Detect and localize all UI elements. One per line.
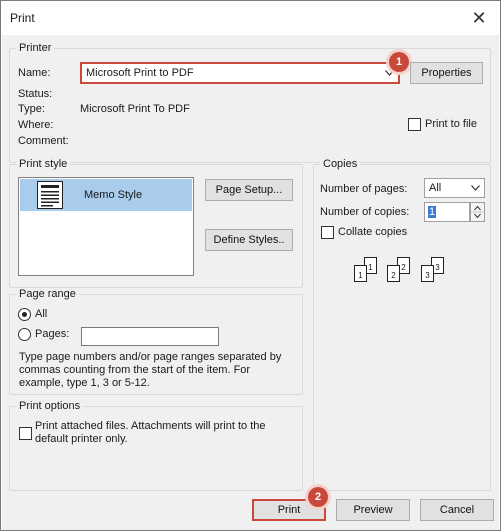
close-icon[interactable]: ✕ [466, 5, 492, 31]
page-range-help-line: commas counting from the start of the it… [19, 364, 251, 376]
dialog-content: Printer Name: Microsoft Print to PDF 1 P… [2, 35, 499, 530]
number-of-copies-value: 1 [428, 206, 437, 218]
printer-legend: Printer [16, 42, 55, 54]
print-attached-files-label[interactable]: Print attached files. Attachments will p… [35, 420, 266, 433]
collate-copies-checkbox[interactable] [321, 226, 334, 239]
page-range-help-line: example, type 1, 3 or 5-12. [19, 377, 150, 389]
printer-name-value: Microsoft Print to PDF [86, 67, 194, 79]
title-bar: Print ✕ [1, 1, 500, 35]
all-pages-label[interactable]: All [35, 308, 47, 321]
memo-style-icon [37, 181, 63, 209]
print-style-legend: Print style [16, 158, 71, 170]
print-style-list[interactable]: Memo Style [18, 177, 194, 276]
step-2-badge: 2 [308, 487, 328, 507]
status-label: Status: [18, 88, 53, 100]
collate-copies-label[interactable]: Collate copies [338, 226, 407, 239]
number-of-pages-select[interactable]: All [424, 178, 485, 198]
print-dialog: Print ✕ Printer Name: Microsoft Print to… [0, 0, 501, 531]
preview-button[interactable]: Preview [336, 499, 410, 521]
page-setup-button[interactable]: Page Setup... [205, 179, 293, 201]
pages-input[interactable] [81, 327, 219, 346]
list-item-label: Memo Style [84, 189, 143, 201]
pages-radio[interactable] [18, 328, 31, 341]
page-range-legend: Page range [16, 288, 79, 300]
number-of-copies-input[interactable]: 1 [424, 202, 470, 222]
type-label: Type: [18, 103, 45, 115]
print-options-legend: Print options [16, 400, 84, 412]
chevron-down-icon[interactable] [466, 179, 484, 197]
step-1-badge: 1 [389, 52, 409, 72]
comment-label: Comment: [18, 135, 69, 147]
number-of-copies-label: Number of copies: [320, 206, 410, 218]
name-label: Name: [18, 67, 51, 79]
define-styles-button[interactable]: Define Styles.. [205, 229, 293, 251]
spin-down-icon [474, 213, 481, 219]
window-title: Print [10, 11, 35, 25]
print-options-group: Print options [9, 400, 303, 491]
collate-page: 1 [354, 265, 367, 282]
pages-label[interactable]: Pages: [35, 328, 69, 341]
properties-button[interactable]: Properties [410, 62, 483, 84]
collate-page: 3 [421, 265, 434, 282]
number-of-pages-label: Number of pages: [320, 183, 408, 195]
number-of-pages-value: All [429, 182, 442, 194]
printer-name-select[interactable]: Microsoft Print to PDF [80, 62, 400, 84]
print-to-file-checkbox[interactable] [408, 118, 421, 131]
cancel-button[interactable]: Cancel [420, 499, 494, 521]
print-to-file-label[interactable]: Print to file [425, 118, 477, 131]
collate-illustration: 1 1 2 2 3 3 [353, 257, 453, 289]
copies-spin-buttons[interactable] [470, 202, 485, 222]
copies-legend: Copies [320, 158, 361, 170]
type-value: Microsoft Print To PDF [80, 103, 190, 115]
all-pages-radio[interactable] [18, 308, 31, 321]
spin-up-icon [474, 205, 481, 211]
page-range-help-line: Type page numbers and/or page ranges sep… [19, 351, 282, 363]
print-attached-files-checkbox[interactable] [19, 427, 32, 440]
where-label: Where: [18, 119, 54, 131]
print-attached-files-label-cont[interactable]: default printer only. [35, 433, 128, 446]
collate-page: 2 [387, 265, 400, 282]
list-item[interactable]: Memo Style [20, 179, 192, 211]
